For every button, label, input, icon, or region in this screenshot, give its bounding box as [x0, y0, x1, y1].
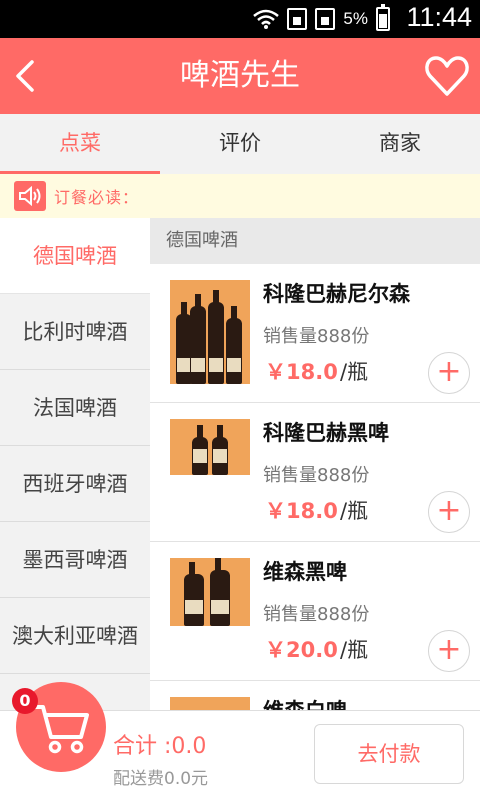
product-name: 科隆巴赫尼尔森 — [263, 282, 410, 306]
category-item-france[interactable]: 法国啤酒 — [0, 370, 150, 446]
plus-icon: + — [436, 354, 462, 389]
tab-bar: 点菜 评价 商家 — [0, 114, 480, 174]
section-header: 德国啤酒 — [150, 218, 480, 264]
category-item-germany[interactable]: 德国啤酒 — [0, 218, 150, 294]
product-unit: /瓶 — [340, 499, 369, 523]
add-to-cart-button[interactable]: + — [428, 352, 470, 394]
product-image — [170, 558, 250, 626]
product-sales: 销售量888份 — [263, 326, 370, 347]
status-icons: 5% — [253, 4, 390, 32]
tab-merchant[interactable]: 商家 — [320, 114, 480, 174]
product-item[interactable]: 维森白啤 — [150, 681, 480, 710]
favorite-button[interactable] — [424, 48, 470, 104]
category-item-mexico[interactable]: 墨西哥啤酒 — [0, 522, 150, 598]
sim-card-icon — [287, 8, 308, 30]
add-to-cart-button[interactable]: + — [428, 630, 470, 672]
product-unit: /瓶 — [340, 638, 369, 662]
notice-text: 订餐必读： — [54, 188, 140, 207]
order-notice[interactable]: 订餐必读： — [0, 174, 480, 218]
product-price: ￥20.0 — [265, 638, 338, 662]
product-price: ￥18.0 — [265, 360, 338, 384]
clock: 11:44 — [406, 2, 472, 32]
wifi-icon — [253, 9, 280, 29]
product-item[interactable]: 科隆巴赫黑啤 销售量888份 ￥18.0 /瓶 + — [150, 403, 480, 542]
speaker-icon — [14, 181, 46, 211]
tab-order[interactable]: 点菜 — [0, 114, 160, 174]
cart-total: 合计 :0.0 — [113, 734, 207, 759]
category-sidebar: 德国啤酒 比利时啤酒 法国啤酒 西班牙啤酒 墨西哥啤酒 澳大利亚啤酒 产地 — [0, 218, 150, 710]
delivery-fee: 配送费0.0元 — [113, 769, 209, 789]
product-list: 德国啤酒 科隆巴赫尼尔森 销售量888份 ￥18.0 /瓶 + 科隆巴赫黑啤 销… — [150, 218, 480, 710]
product-name: 科隆巴赫黑啤 — [263, 421, 389, 445]
product-name: 维森黑啤 — [263, 560, 347, 584]
product-item[interactable]: 科隆巴赫尼尔森 销售量888份 ￥18.0 /瓶 + — [150, 264, 480, 403]
plus-icon: + — [436, 632, 462, 667]
heart-outline-icon — [425, 56, 469, 96]
battery-percent: 5% — [343, 9, 368, 28]
page-title: 啤酒先生 — [180, 58, 300, 93]
product-sales: 销售量888份 — [263, 604, 370, 625]
battery-charging-icon — [376, 4, 390, 31]
add-to-cart-button[interactable]: + — [428, 491, 470, 533]
plus-icon: + — [436, 493, 462, 528]
app-header: 啤酒先生 — [0, 38, 480, 114]
product-unit: /瓶 — [340, 360, 369, 384]
checkout-button[interactable]: 去付款 — [314, 724, 464, 784]
product-name: 维森白啤 — [263, 695, 347, 710]
sim-card-icon — [315, 8, 336, 30]
tab-reviews[interactable]: 评价 — [160, 114, 320, 174]
product-image — [170, 419, 250, 475]
product-sales: 销售量888份 — [263, 465, 370, 486]
category-item-spain[interactable]: 西班牙啤酒 — [0, 446, 150, 522]
product-image — [170, 697, 250, 710]
status-bar: 5% 11:44 — [0, 0, 480, 38]
product-price: ￥18.0 — [265, 499, 338, 523]
category-item-australia[interactable]: 澳大利亚啤酒 — [0, 598, 150, 674]
category-item-belgium[interactable]: 比利时啤酒 — [0, 294, 150, 370]
product-image — [170, 280, 250, 384]
product-item[interactable]: 维森黑啤 销售量888份 ￥20.0 /瓶 + — [150, 542, 480, 681]
shopping-cart-icon — [31, 705, 89, 754]
cart-count-badge: 0 — [12, 688, 38, 714]
